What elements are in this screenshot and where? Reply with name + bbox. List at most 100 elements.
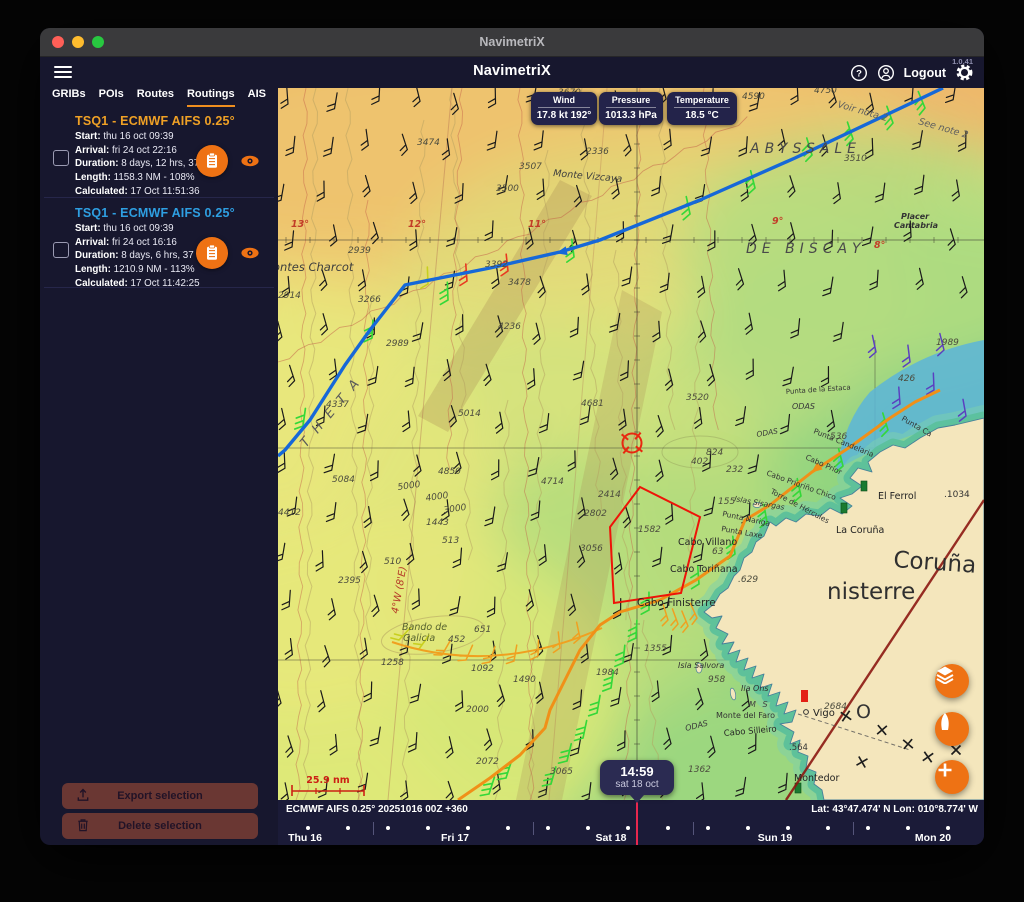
routing-checkbox[interactable] [53, 150, 69, 166]
svg-text:232: 232 [726, 465, 743, 475]
tab-pois[interactable]: POIs [99, 88, 124, 107]
routing-visibility-eye-icon[interactable] [240, 246, 260, 260]
nautical-chart-map[interactable]: 4750459036702336351035003474350729393392… [278, 88, 984, 800]
clipboard-icon [203, 152, 221, 170]
clipboard-icon [203, 244, 221, 262]
boat-button[interactable] [935, 712, 969, 746]
routing-checkbox[interactable] [53, 242, 69, 258]
sidebar-tabs: GRIBs POIs Routes Routings AIS [40, 88, 278, 107]
timeline-tick-dot [506, 826, 510, 830]
svg-text:4681: 4681 [581, 399, 604, 409]
svg-text:3474: 3474 [417, 138, 440, 148]
svg-text:12°: 12° [408, 219, 426, 230]
routing-report-button[interactable] [196, 237, 228, 269]
delete-selection-button[interactable]: Delete selection [62, 813, 258, 839]
svg-text:3478: 3478 [508, 278, 531, 288]
zoom-window-button[interactable] [92, 36, 104, 48]
svg-text:1989: 1989 [936, 338, 959, 348]
svg-text:2939: 2939 [348, 246, 371, 256]
svg-text:Isla Salvora: Isla Salvora [678, 661, 724, 670]
settings-gear-icon[interactable] [955, 63, 974, 82]
routing-title: TSQ1 - ECMWF AIFS 0.25° [75, 206, 278, 220]
svg-text:3392: 3392 [485, 260, 508, 270]
minimize-window-button[interactable] [72, 36, 84, 48]
svg-text:Placer: Placer [901, 212, 930, 221]
traffic-lights[interactable] [52, 36, 104, 48]
app-window: NavimetriX NavimetriX 1.0.41 ? Logout GR… [40, 28, 984, 845]
svg-text:510: 510 [384, 557, 401, 567]
svg-text:3065: 3065 [550, 767, 573, 777]
svg-text:3520: 3520 [686, 393, 709, 403]
svg-text:.564: .564 [789, 743, 808, 753]
timeline-day-separator [373, 822, 374, 835]
timeline-tick-dot [746, 826, 750, 830]
routing-visibility-eye-icon[interactable] [240, 154, 260, 168]
svg-text:O: O [856, 701, 871, 723]
svg-text:11°: 11° [528, 219, 546, 230]
timeline-tick-dot [946, 826, 950, 830]
svg-text:5084: 5084 [332, 475, 355, 485]
layers-button[interactable] [935, 664, 969, 698]
grib-info-label: ECMWF AIFS 0.25° 20251016 00Z +360 [286, 804, 468, 815]
svg-text:Cabo Toriñana: Cabo Toriñana [670, 564, 738, 575]
svg-text:1362: 1362 [688, 765, 711, 775]
timeline-tick-dot [786, 826, 790, 830]
svg-text:La Coruña: La Coruña [836, 525, 884, 536]
svg-text:2414: 2414 [598, 490, 621, 500]
svg-text:4850: 4850 [438, 467, 461, 477]
wind-badge-label: Wind [531, 95, 597, 105]
svg-text:ABYSSALE: ABYSSALE [749, 141, 861, 157]
account-icon[interactable] [877, 64, 895, 82]
timeline-tick-dot [826, 826, 830, 830]
routing-card[interactable]: TSQ1 - ECMWF AIFS 0.25° Start: thu 16 oc… [40, 114, 278, 199]
svg-text:Cabo Villano: Cabo Villano [678, 537, 737, 548]
help-icon[interactable]: ? [850, 64, 868, 82]
svg-text:2395: 2395 [338, 576, 361, 586]
wind-badge: Wind 17.8 kt 192° [531, 92, 597, 125]
svg-text:9°: 9° [772, 216, 783, 227]
routing-card[interactable]: TSQ1 - ECMWF AIFS 0.25° Start: thu 16 oc… [40, 206, 278, 291]
svg-text:2072: 2072 [476, 757, 499, 767]
svg-text:4412: 4412 [278, 508, 301, 518]
svg-text:ODAS: ODAS [792, 402, 815, 411]
timeline-day-label: Sat 18 [596, 832, 627, 844]
logout-button[interactable]: Logout [904, 66, 946, 80]
export-selection-label: Export selection [117, 790, 203, 802]
svg-text:2802: 2802 [584, 509, 607, 519]
svg-text:Cabo Finisterre: Cabo Finisterre [637, 597, 716, 609]
svg-text:DE BISCAY: DE BISCAY [746, 241, 866, 257]
svg-text:Galicia: Galicia [403, 633, 435, 644]
tab-ais[interactable]: AIS [248, 88, 266, 107]
timeline-tick-dot [346, 826, 350, 830]
svg-text:Montedor: Montedor [794, 773, 839, 784]
routing-field: Length: 1158.3 NM - 108% [75, 171, 278, 185]
svg-text:1490: 1490 [513, 675, 536, 685]
add-button[interactable] [935, 760, 969, 794]
tab-routes[interactable]: Routes [137, 88, 174, 107]
routing-report-button[interactable] [196, 145, 228, 177]
svg-text:1355: 1355 [644, 644, 667, 654]
delete-selection-label: Delete selection [118, 820, 202, 832]
tab-routings[interactable]: Routings [187, 88, 235, 107]
close-window-button[interactable] [52, 36, 64, 48]
tab-gribs[interactable]: GRIBs [52, 88, 86, 107]
routing-field: Start: thu 16 oct 09:39 [75, 222, 278, 236]
temperature-badge-value: 18.5 °C [667, 110, 737, 121]
layers-icon [935, 664, 955, 684]
svg-text:402: 402 [691, 457, 708, 467]
card-divider [44, 197, 274, 198]
svg-text:4750: 4750 [814, 88, 837, 96]
card-divider [44, 287, 274, 288]
timeline-day-label: Fri 17 [441, 832, 469, 844]
chart-canvas[interactable]: 4750459036702336351035003474350729393392… [278, 88, 984, 800]
svg-text:Cantabria: Cantabria [894, 221, 938, 230]
svg-text:3507: 3507 [519, 162, 542, 172]
timeline-tick-dot [466, 826, 470, 830]
current-date: sat 18 oct [600, 779, 674, 790]
routing-field: Start: thu 16 oct 09:39 [75, 130, 278, 144]
export-selection-button[interactable]: Export selection [62, 783, 258, 809]
timeline-day-separator [853, 822, 854, 835]
timeline-tick-dot [586, 826, 590, 830]
current-time: 14:59 [600, 764, 674, 779]
temperature-badge-label: Temperature [667, 95, 737, 105]
